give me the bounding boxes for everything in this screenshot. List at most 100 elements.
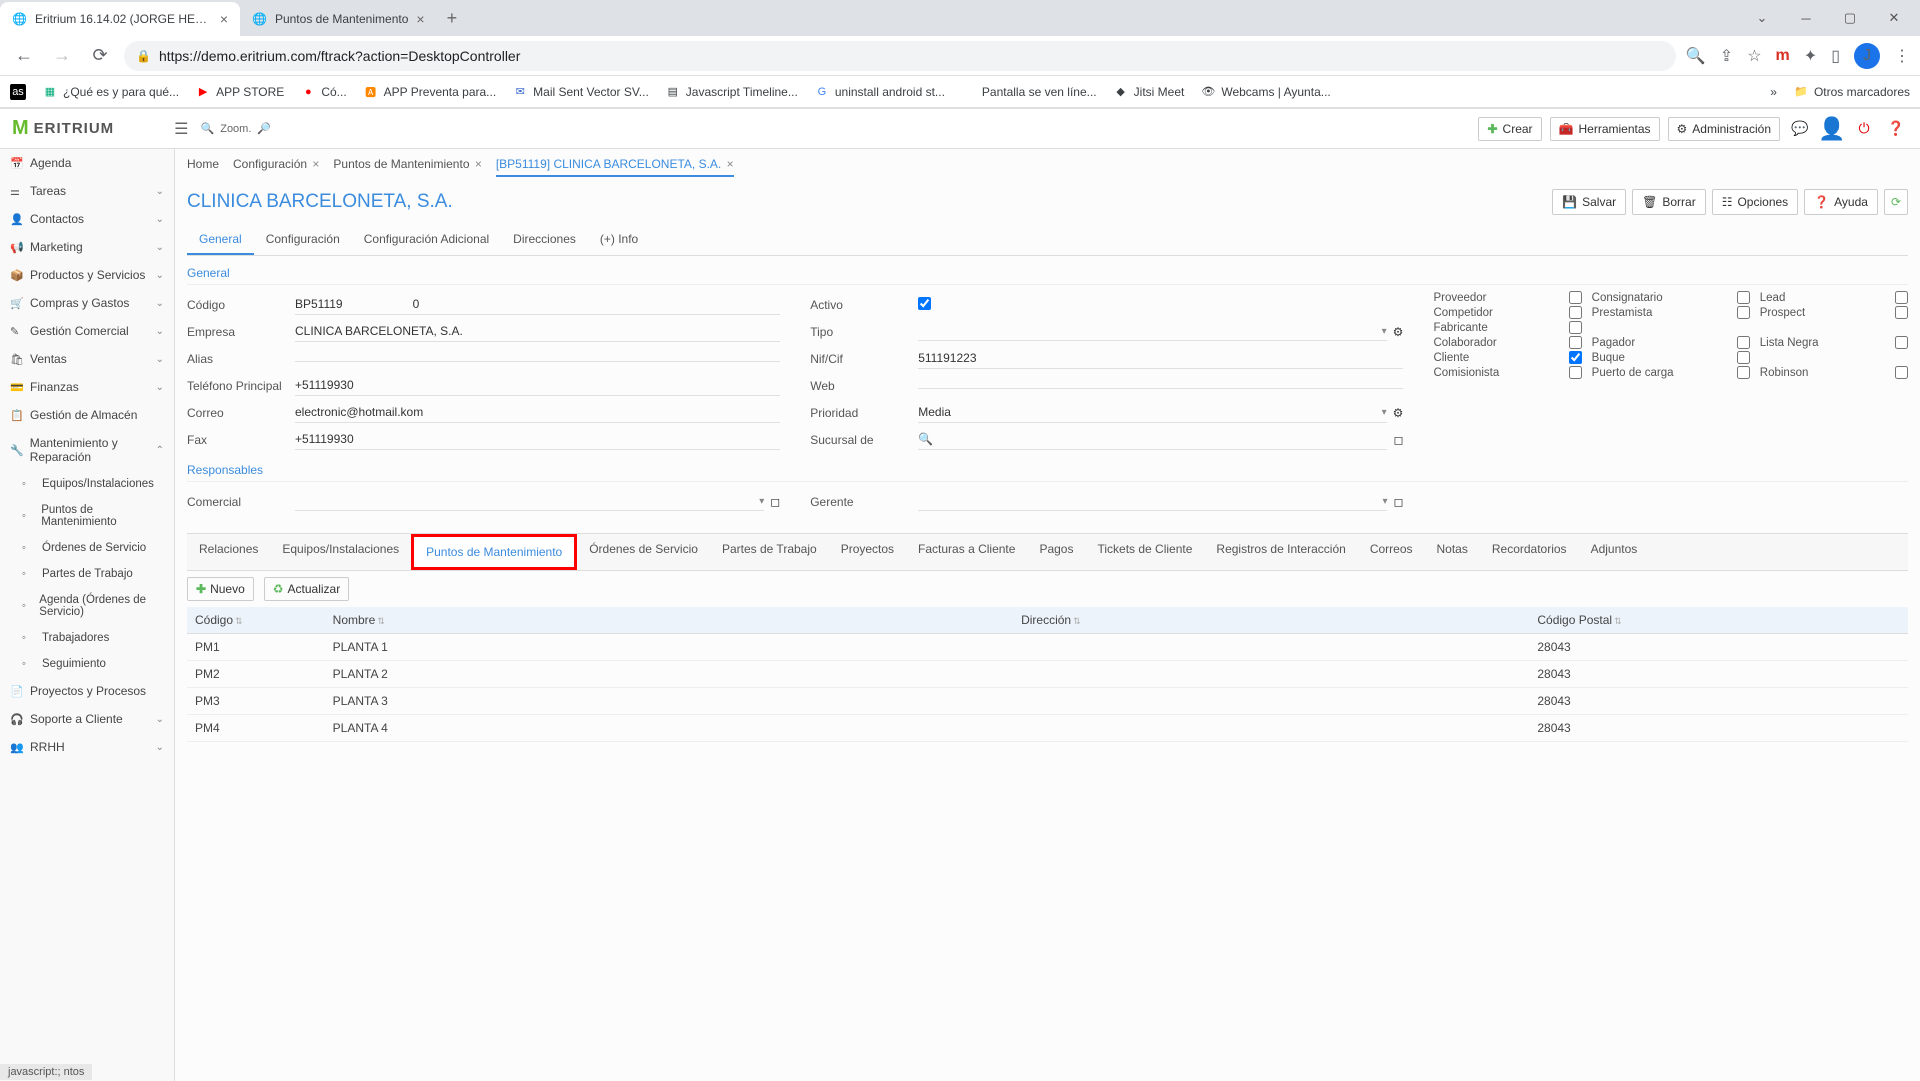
checkbox-activo[interactable] [918,297,931,310]
column-header[interactable]: Código⇅ [187,607,325,634]
power-icon[interactable]: ⏻ [1852,117,1876,141]
field-tipo[interactable]: ▾ [918,323,1386,341]
sidebar-item[interactable]: 🎧Soporte a Cliente⌄ [0,705,174,733]
help-button[interactable]: ❓Ayuda [1804,189,1878,215]
table-row[interactable]: PM4PLANTA 428043 [187,715,1908,742]
sidebar-item[interactable]: 📄Proyectos y Procesos [0,677,174,705]
chevron-down-icon[interactable]: ⌄ [1740,3,1784,33]
reload-button[interactable]: ⟳ [86,42,114,70]
sidebar-item[interactable]: 👤Contactos⌄ [0,205,174,233]
flag-checkbox[interactable]: Colaborador [1433,336,1581,349]
close-icon[interactable]: × [472,157,482,171]
gear-icon[interactable]: ⚙ [1393,406,1404,420]
flag-checkbox[interactable]: Proveedor [1433,291,1581,304]
profile-avatar[interactable]: J [1854,43,1880,69]
flag-checkbox[interactable]: Fabricante [1433,321,1581,334]
form-tab[interactable]: Direcciones [501,225,588,255]
sidebar-item[interactable]: 🛒Compras y Gastos⌄ [0,289,174,317]
field-nif[interactable]: 511191223 [918,348,1403,369]
user-icon[interactable]: 👤 [1820,117,1844,141]
help-icon[interactable]: ❓ [1884,117,1908,141]
minimize-icon[interactable]: ─ [1784,3,1828,33]
field-prioridad[interactable]: Media▾ [918,402,1386,423]
sub-tab[interactable]: Puntos de Mantenimiento [411,534,577,570]
flag-checkbox[interactable]: Comisionista [1433,366,1581,379]
column-header[interactable]: Nombre⇅ [325,607,1013,634]
sidebar-item[interactable]: 📢Marketing⌄ [0,233,174,261]
sidebar-item[interactable]: 📅Agenda [0,149,174,177]
column-header[interactable]: Código Postal⇅ [1529,607,1908,634]
sidebar-subitem[interactable]: ◦Seguimiento [0,651,174,677]
bookmark-item[interactable]: 🅰APP Preventa para... [363,84,497,100]
sidebar-item[interactable]: ✎Gestión Comercial⌄ [0,317,174,345]
back-button[interactable]: ← [10,42,38,70]
refresh-list-button[interactable]: ♻Actualizar [264,577,349,601]
sub-tab[interactable]: Pagos [1027,534,1085,570]
table-row[interactable]: PM2PLANTA 228043 [187,661,1908,688]
sub-tab[interactable]: Tickets de Cliente [1085,534,1204,570]
bookmark-item[interactable]: Pantalla se ven líne... [961,84,1097,100]
bookmark-item[interactable]: ▶APP STORE [195,84,284,100]
menu-toggle-icon[interactable]: ☰ [174,119,188,139]
flag-checkbox[interactable]: Prestamista [1592,306,1750,319]
field-gerente[interactable]: ▾ [918,493,1387,511]
sidebar-subitem[interactable]: ◦Trabajadores [0,625,174,651]
options-button[interactable]: ☷Opciones [1712,189,1798,215]
sub-tab[interactable]: Recordatorios [1480,534,1579,570]
popup-icon[interactable]: ◻ [770,495,780,509]
sidebar-item[interactable]: 💳Finanzas⌄ [0,373,174,401]
breadcrumb-item[interactable]: Puntos de Mantenimiento × [333,157,481,177]
sidebar-subitem[interactable]: ◦Puntos de Mantenimiento [0,497,174,535]
field-web[interactable] [918,382,1403,389]
breadcrumb-item[interactable]: Home [187,157,219,177]
sub-tab[interactable]: Correos [1358,534,1425,570]
url-field[interactable]: 🔒 https://demo.eritrium.com/ftrack?actio… [124,41,1676,71]
sidebar-item[interactable]: 📦Productos y Servicios⌄ [0,261,174,289]
bookmark-item[interactable]: ✉Mail Sent Vector SV... [512,84,649,100]
field-fax[interactable]: +51119930 [295,429,780,450]
gear-icon[interactable]: ⚙ [1393,325,1404,339]
flag-checkbox[interactable]: Pagador [1592,336,1750,349]
flag-checkbox[interactable]: Lead [1760,291,1908,304]
browser-tab[interactable]: 🌐 Puntos de Mantenimento × [240,2,437,36]
delete-button[interactable]: 🗑Borrar [1632,189,1706,215]
zoom-icon[interactable]: 🔍 [1686,46,1706,66]
field-empresa[interactable]: CLINICA BARCELONETA, S.A. [295,321,780,342]
sidebar-item[interactable]: 🔧Mantenimiento y Reparación⌃ [0,429,174,471]
form-tab[interactable]: Configuración Adicional [352,225,501,255]
new-button[interactable]: ✚Nuevo [187,577,254,601]
bookmark-item[interactable]: Guninstall android st... [814,84,945,100]
table-row[interactable]: PM3PLANTA 328043 [187,688,1908,715]
form-tab[interactable]: (+) Info [588,225,650,255]
breadcrumb-item[interactable]: Configuración × [233,157,319,177]
form-tab[interactable]: Configuración [254,225,352,255]
flag-checkbox[interactable]: Robinson [1760,366,1908,379]
chat-icon[interactable]: 💬 [1788,117,1812,141]
popup-icon[interactable]: ◻ [1393,495,1403,509]
close-icon[interactable]: × [723,157,733,171]
bookmark-item[interactable]: ●Có... [300,84,346,100]
sub-tab[interactable]: Proyectos [829,534,906,570]
flag-checkbox[interactable]: Consignatario [1592,291,1750,304]
close-icon[interactable]: × [309,157,319,171]
maximize-icon[interactable]: ▢ [1828,3,1872,33]
extensions-icon[interactable]: ✦ [1804,46,1817,66]
sidebar-item[interactable]: 👥RRHH⌄ [0,733,174,761]
browser-tab-active[interactable]: 🌐 Eritrium 16.14.02 (JORGE HERRER × [0,2,240,36]
bookmark-overflow[interactable]: » [1770,85,1777,99]
breadcrumb-item[interactable]: [BP51119] CLINICA BARCELONETA, S.A. × [496,157,734,177]
m-extension-icon[interactable]: m [1776,47,1790,65]
column-header[interactable]: Dirección⇅ [1013,607,1529,634]
sidebar-item[interactable]: 📋Gestión de Almacén [0,401,174,429]
sidebar-subitem[interactable]: ◦Equipos/Instalaciones [0,471,174,497]
app-logo[interactable]: M ERITRIUM [12,117,114,140]
sidebar-subitem[interactable]: ◦Agenda (Órdenes de Servicio) [0,587,174,625]
flag-checkbox[interactable]: Buque [1592,351,1750,364]
flag-checkbox[interactable]: Cliente [1433,351,1581,364]
table-row[interactable]: PM1PLANTA 128043 [187,634,1908,661]
create-button[interactable]: ✚Crear [1478,117,1541,141]
bookmark-item[interactable]: ▦¿Qué es y para qué... [42,84,179,100]
bookmark-item[interactable]: 👁Webcams | Ayunta... [1200,84,1330,100]
bookmark-item[interactable]: ▤Javascript Timeline... [665,84,798,100]
sidebar-subitem[interactable]: ◦Órdenes de Servicio [0,535,174,561]
